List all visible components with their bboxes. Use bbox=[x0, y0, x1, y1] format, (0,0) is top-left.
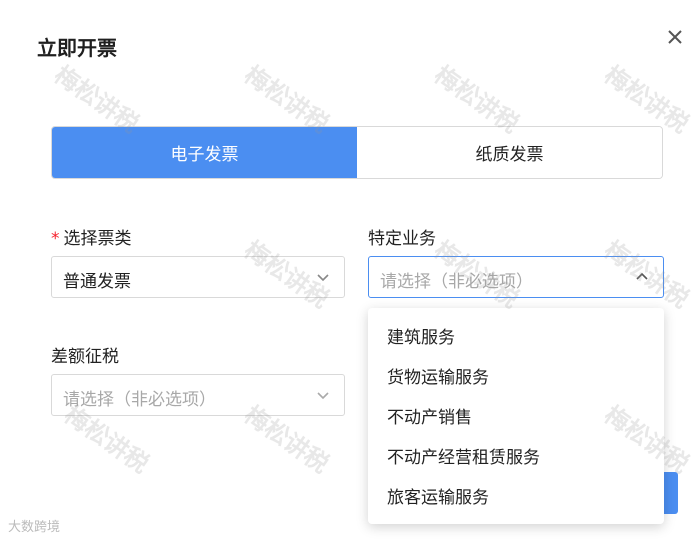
chevron-down-icon bbox=[317, 274, 329, 282]
special-business-label: 特定业务 bbox=[368, 229, 436, 249]
ticket-type-label-text: 选择票类 bbox=[63, 229, 132, 249]
close-button[interactable] bbox=[664, 26, 686, 48]
ticket-type-select[interactable]: 普通发票 bbox=[51, 256, 345, 298]
option-real-estate-leasing-service[interactable]: 不动产经营租赁服务 bbox=[387, 443, 540, 468]
differential-tax-placeholder: 请选择（非必选项） bbox=[63, 390, 216, 410]
chevron-down-icon bbox=[317, 392, 329, 400]
tab-electronic-invoice[interactable]: 电子发票 bbox=[52, 127, 357, 178]
special-business-select[interactable]: 请选择（非必选项） bbox=[368, 256, 664, 298]
option-construction-service[interactable]: 建筑服务 bbox=[387, 323, 455, 348]
tab-paper-invoice[interactable]: 纸质发票 bbox=[357, 127, 662, 178]
invoice-dialog: 立即开票 电子发票 纸质发票 * 选择票类 普通发票 特定业务 请选择（非必选项）… bbox=[0, 0, 700, 540]
confirm-button-edge[interactable] bbox=[664, 472, 678, 514]
close-icon bbox=[668, 30, 682, 44]
ticket-type-label: * 选择票类 bbox=[51, 224, 132, 249]
corner-watermark: 大数跨境 bbox=[8, 520, 61, 535]
required-mark: * bbox=[51, 229, 60, 249]
option-real-estate-sales[interactable]: 不动产销售 bbox=[387, 403, 472, 428]
option-goods-transport-service[interactable]: 货物运输服务 bbox=[387, 363, 489, 388]
ticket-type-value: 普通发票 bbox=[63, 272, 131, 292]
special-business-placeholder: 请选择（非必选项） bbox=[380, 272, 533, 292]
chevron-up-icon bbox=[636, 272, 648, 280]
differential-tax-select[interactable]: 请选择（非必选项） bbox=[51, 374, 345, 416]
dialog-title: 立即开票 bbox=[37, 36, 117, 60]
invoice-type-tabs: 电子发票 纸质发票 bbox=[51, 126, 663, 179]
option-passenger-transport-service[interactable]: 旅客运输服务 bbox=[387, 483, 489, 508]
differential-tax-label: 差额征税 bbox=[51, 347, 119, 367]
special-business-dropdown: 建筑服务 货物运输服务 不动产销售 不动产经营租赁服务 旅客运输服务 bbox=[368, 308, 664, 524]
